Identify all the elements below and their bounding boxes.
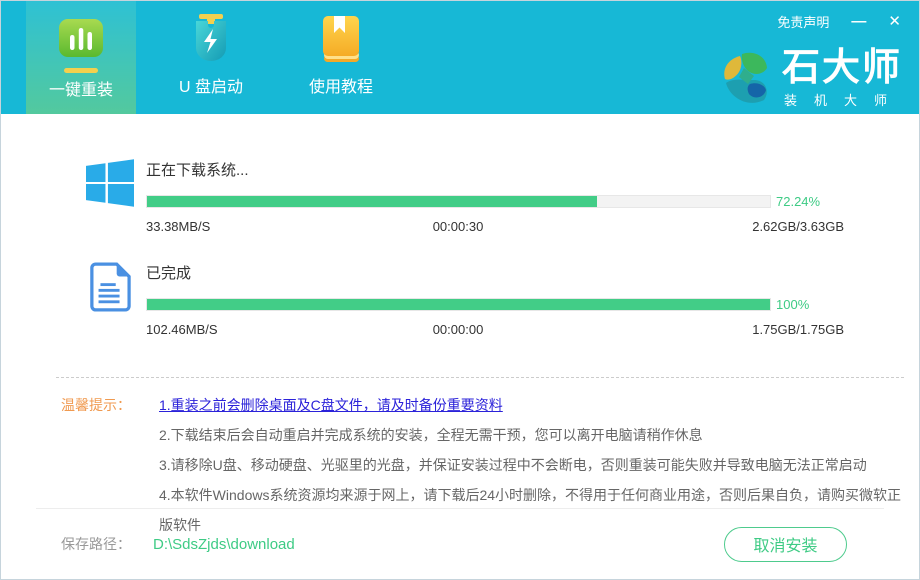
completed-stats: 102.46MB/S 00:00:00 1.75GB/1.75GB bbox=[146, 322, 844, 337]
tips-divider bbox=[56, 377, 904, 378]
app-window: 一键重装 U 盘启动 bbox=[0, 0, 920, 580]
header: 一键重装 U 盘启动 bbox=[1, 1, 919, 114]
download-status-title: 正在下载系统... bbox=[146, 159, 844, 180]
close-icon[interactable]: ✕ bbox=[888, 14, 901, 29]
brand-subtitle: 装机大师 bbox=[782, 90, 904, 109]
completed-status-title: 已完成 bbox=[146, 262, 844, 283]
progress-fill bbox=[147, 299, 770, 310]
windows-logo-icon bbox=[86, 159, 134, 207]
tip-item-backup-warning: 1.重装之前会删除桌面及C盘文件，请及时备份重要资料 bbox=[159, 390, 904, 420]
progress-fill bbox=[147, 196, 597, 207]
tab-label: 使用教程 bbox=[309, 73, 373, 97]
download-progress-row: 正在下载系统... 72.24% 33.38MB/S 00:00:30 2.62… bbox=[86, 159, 844, 234]
download-progress-line: 72.24% bbox=[146, 194, 844, 209]
brand-logo: 石大师 装机大师 bbox=[720, 48, 904, 109]
tip-item-remove-usb: 3.请移除U盘、移动硬盘、光驱里的光盘，并保证安装过程中不会断电，否则重装可能失… bbox=[159, 450, 904, 480]
completed-speed: 102.46MB/S bbox=[146, 322, 218, 337]
tab-one-click-reinstall[interactable]: 一键重装 bbox=[26, 1, 136, 114]
completed-size: 1.75GB/1.75GB bbox=[752, 322, 844, 337]
completed-progress-body: 已完成 100% 102.46MB/S 00:00:00 1.75GB/1.75… bbox=[146, 262, 844, 337]
completed-progress-row: 已完成 100% 102.46MB/S 00:00:00 1.75GB/1.75… bbox=[86, 262, 844, 337]
chart-icon bbox=[57, 13, 105, 65]
book-icon bbox=[317, 13, 365, 65]
disclaimer-link[interactable]: 免责声明 bbox=[777, 12, 829, 31]
titlebar-controls: 免责声明 — ✕ bbox=[777, 12, 901, 31]
tab-tutorial[interactable]: 使用教程 bbox=[286, 1, 396, 114]
tab-label: 一键重装 bbox=[49, 76, 113, 100]
brand-swirl-icon bbox=[720, 50, 774, 108]
main-content: 正在下载系统... 72.24% 33.38MB/S 00:00:30 2.62… bbox=[1, 114, 919, 540]
progress-track bbox=[146, 298, 771, 311]
download-stats: 33.38MB/S 00:00:30 2.62GB/3.63GB bbox=[146, 219, 844, 234]
minimize-icon[interactable]: — bbox=[851, 14, 866, 29]
download-progress-body: 正在下载系统... 72.24% 33.38MB/S 00:00:30 2.62… bbox=[146, 159, 844, 234]
document-icon bbox=[86, 262, 134, 312]
brand-name: 石大师 bbox=[782, 48, 904, 88]
progress-percent: 72.24% bbox=[776, 194, 820, 209]
progress-percent: 100% bbox=[776, 297, 809, 312]
footer-bar: 保存路径： D:\SdsZjds\download 取消安装 bbox=[36, 508, 884, 579]
brand-text: 石大师 装机大师 bbox=[782, 48, 904, 109]
usb-icon bbox=[188, 13, 234, 65]
completed-progress-line: 100% bbox=[146, 297, 844, 312]
tab-usb-boot[interactable]: U 盘启动 bbox=[156, 1, 266, 114]
progress-track bbox=[146, 195, 771, 208]
download-time-remaining: 00:00:30 bbox=[433, 219, 484, 234]
download-speed: 33.38MB/S bbox=[146, 219, 210, 234]
download-size: 2.62GB/3.63GB bbox=[752, 219, 844, 234]
save-path-label: 保存路径： bbox=[61, 534, 131, 554]
active-tab-indicator bbox=[64, 68, 98, 73]
completed-time-remaining: 00:00:00 bbox=[433, 322, 484, 337]
cancel-install-button[interactable]: 取消安装 bbox=[724, 527, 847, 562]
save-path-value: D:\SdsZjds\download bbox=[153, 536, 295, 553]
tab-label: U 盘启动 bbox=[179, 73, 243, 97]
tip-item-auto-restart: 2.下载结束后会自动重启并完成系统的安装，全程无需干预，您可以离开电脑请稍作休息 bbox=[159, 420, 904, 450]
